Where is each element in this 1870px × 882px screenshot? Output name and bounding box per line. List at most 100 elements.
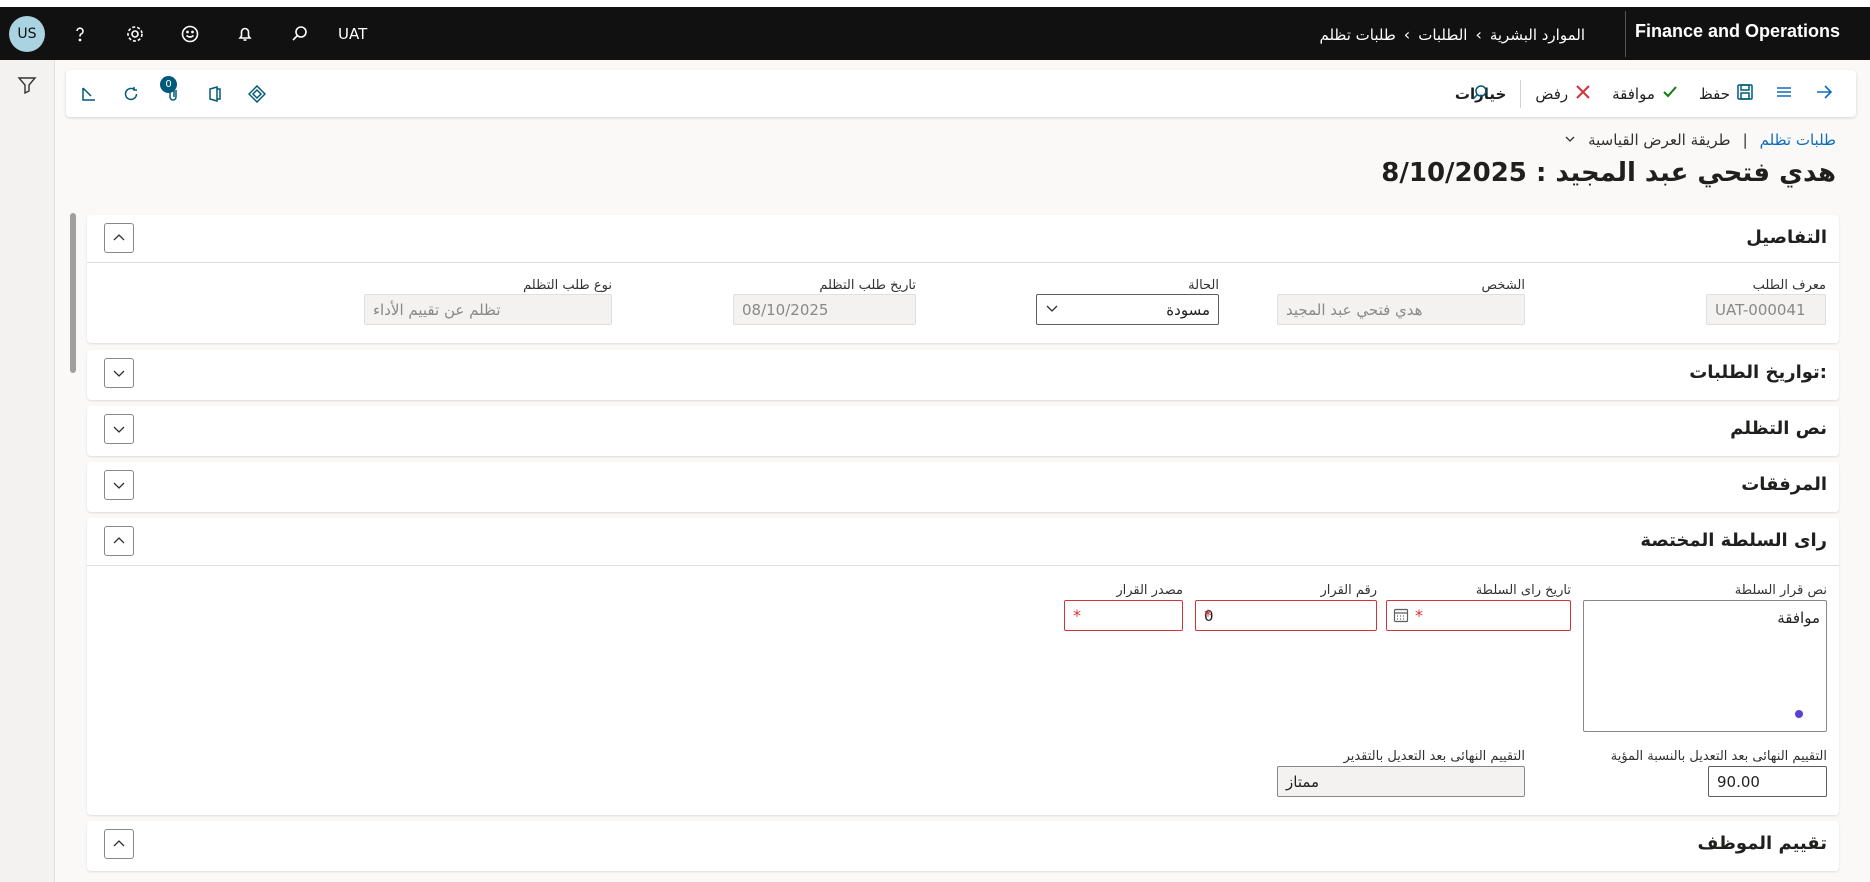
reject-label: رفض — [1535, 84, 1569, 103]
menu-button[interactable] — [1764, 70, 1804, 117]
request-id-value: UAT-000041 — [1706, 294, 1826, 325]
request-dates-section[interactable]: تواريخ الطلبات: — [87, 350, 1839, 400]
details-header[interactable]: التفاصيل — [87, 215, 1839, 263]
expand-button[interactable] — [104, 358, 134, 388]
decision-source-label: مصدر القرار — [1116, 583, 1183, 598]
collapse-button[interactable] — [104, 829, 134, 859]
decision-text-input[interactable]: موافقة — [1583, 600, 1827, 732]
view-selector[interactable]: طريقة العرض القياسية — [1588, 131, 1731, 149]
user-avatar[interactable]: US — [9, 15, 45, 52]
topbar-divider — [1625, 11, 1626, 57]
grievances-list-link[interactable]: طلبات تظلم — [1760, 131, 1836, 149]
authority-opinion-header[interactable]: راى السلطة المختصة — [87, 518, 1839, 566]
required-asterisk: * — [1204, 606, 1212, 625]
grievance-text-title: نص التظلم — [1730, 418, 1827, 439]
person-field: الشخص هدي فتحي عبد المجيد — [1277, 278, 1525, 338]
back-button[interactable] — [1804, 70, 1844, 117]
final-percent-label: التقييم النهائى بعد التعديل بالنسبة المؤ… — [1610, 749, 1827, 764]
approve-label: موافقة — [1612, 84, 1655, 103]
feedback-smiley-icon[interactable] — [170, 14, 210, 54]
refresh-icon[interactable] — [122, 85, 140, 103]
decision-text-field: نص قرار السلطة موافقة — [1583, 583, 1827, 733]
grievance-text-section[interactable]: نص التظلم — [87, 406, 1839, 456]
grievance-date-label: تاريخ طلب التظلم — [819, 278, 916, 293]
action-pane: حفظ موافقة رفض خيارات 0 — [66, 70, 1856, 117]
action-pane-divider — [1520, 79, 1522, 108]
open-in-new-window-icon[interactable] — [80, 85, 98, 103]
decision-number-input[interactable]: 0 * — [1195, 600, 1377, 631]
grievance-type-label: نوع طلب التظلم — [523, 278, 612, 293]
required-asterisk: * — [1415, 606, 1423, 625]
vertical-scrollbar[interactable] — [70, 213, 76, 373]
required-asterisk: * — [1073, 606, 1081, 625]
attachments-section[interactable]: المرفقات — [87, 462, 1839, 512]
details-title: التفاصيل — [1746, 227, 1827, 248]
left-navigation-pane — [0, 60, 55, 882]
search-icon[interactable] — [280, 14, 320, 54]
decision-source-field: مصدر القرار * — [1064, 583, 1183, 643]
approve-button[interactable]: موافقة — [1602, 70, 1689, 117]
arrow-back-icon — [1814, 82, 1834, 106]
details-section: التفاصيل معرف الطلب UAT-000041 الشخص هدي… — [87, 215, 1839, 343]
help-icon[interactable] — [60, 14, 100, 54]
collapse-button[interactable] — [104, 526, 134, 556]
hamburger-menu-icon — [1774, 82, 1794, 106]
breadcrumb-requests[interactable]: الطلبات — [1418, 26, 1467, 44]
collapse-button[interactable] — [104, 223, 134, 253]
opinion-date-field: تاريخ راى السلطة * — [1386, 583, 1571, 643]
employee-evaluation-header[interactable]: تقييم الموظف — [87, 821, 1839, 869]
final-grade-field: التقييم النهائى بعد التعديل بالتقدير ممت… — [1277, 749, 1525, 809]
request-id-field: معرف الطلب UAT-000041 — [1706, 278, 1826, 338]
authority-opinion-title: راى السلطة المختصة — [1640, 530, 1827, 551]
status-dropdown[interactable]: مسودة — [1036, 294, 1219, 325]
attachments-paperclip-icon[interactable]: 0 — [160, 75, 182, 103]
person-value: هدي فتحي عبد المجيد — [1277, 294, 1525, 325]
settings-gear-icon[interactable] — [115, 14, 155, 54]
final-grade-value: ممتاز — [1277, 766, 1525, 797]
grievance-text-header[interactable]: نص التظلم — [87, 406, 1839, 454]
attachments-title: المرفقات — [1741, 474, 1827, 495]
final-percent-input[interactable]: 90.00 — [1708, 766, 1827, 797]
top-navigation-bar: US UAT الموارد البشرية ‹ الطلبات ‹ طلبات… — [0, 0, 1870, 60]
grievance-type-field: نوع طلب التظلم تظلم عن تقييم الأداء — [364, 278, 612, 338]
chevron-down-icon[interactable] — [1564, 131, 1576, 149]
breadcrumb-grievances[interactable]: طلبات تظلم — [1319, 26, 1395, 44]
app-name[interactable]: Finance and Operations — [1635, 21, 1840, 42]
status-value: مسودة — [1166, 300, 1210, 319]
office-icon[interactable] — [206, 85, 224, 103]
power-apps-diamond-icon[interactable] — [248, 84, 266, 103]
final-percent-field: التقييم النهائى بعد التعديل بالنسبة المؤ… — [1567, 749, 1827, 809]
environment-label: UAT — [338, 24, 368, 43]
action-search-icon[interactable] — [1471, 84, 1489, 106]
request-dates-header[interactable]: تواريخ الطلبات: — [87, 350, 1839, 398]
expand-button[interactable] — [104, 414, 134, 444]
save-label: حفظ — [1698, 84, 1730, 103]
grievance-date-value: 08/10/2025 — [733, 294, 916, 325]
employee-evaluation-title: تقييم الموظف — [1697, 833, 1827, 854]
opinion-date-label: تاريخ راى السلطة — [1475, 583, 1571, 598]
chevron-left-icon: ‹ — [1475, 25, 1482, 44]
calendar-icon[interactable] — [1393, 607, 1409, 627]
person-label: الشخص — [1481, 278, 1526, 293]
save-disk-icon — [1736, 83, 1754, 105]
status-field: الحالة مسودة — [1036, 278, 1219, 338]
action-pane-commands: حفظ موافقة رفض خيارات — [1445, 70, 1844, 117]
employee-evaluation-section[interactable]: تقييم الموظف — [87, 821, 1839, 871]
reject-button[interactable]: رفض — [1525, 70, 1602, 117]
decision-source-input[interactable]: * — [1064, 600, 1183, 631]
grievance-type-value: تظلم عن تقييم الأداء — [364, 294, 612, 325]
chevron-down-icon — [1045, 301, 1059, 319]
filter-icon[interactable] — [17, 75, 37, 99]
notifications-bell-icon[interactable] — [225, 14, 265, 54]
attachments-header[interactable]: المرفقات — [87, 462, 1839, 510]
status-label: الحالة — [1188, 278, 1219, 293]
checkmark-icon — [1661, 83, 1679, 105]
save-button[interactable]: حفظ — [1689, 70, 1764, 117]
chevron-left-icon: ‹ — [1403, 25, 1411, 44]
expand-button[interactable] — [104, 470, 134, 500]
opinion-date-input[interactable]: * — [1386, 600, 1571, 631]
page-breadcrumb: طلبات تظلم | طريقة العرض القياسية — [1564, 131, 1836, 149]
page-title: هدي فتحي عبد المجيد : 8/10/2025 — [1381, 158, 1836, 188]
breadcrumb-hr[interactable]: الموارد البشرية — [1490, 26, 1585, 44]
authority-opinion-section: راى السلطة المختصة نص قرار السلطة موافقة… — [87, 518, 1839, 815]
